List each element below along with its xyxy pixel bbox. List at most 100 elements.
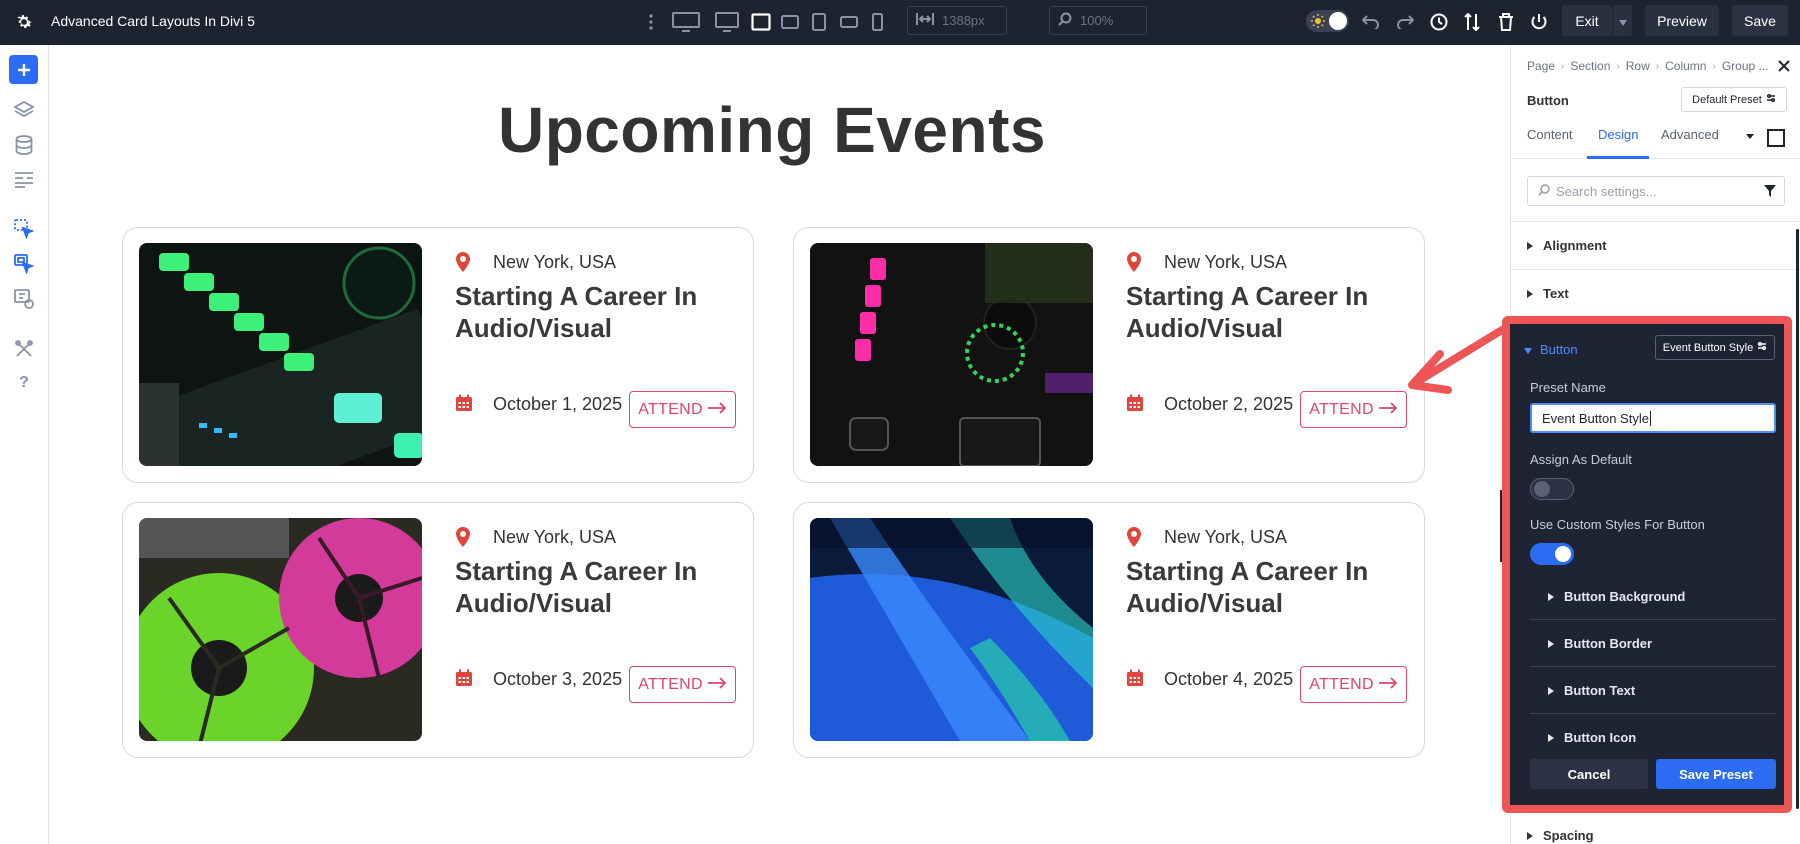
power-icon[interactable] <box>1530 11 1548 33</box>
page-settings-icon[interactable] <box>13 288 35 310</box>
subsection-button-text[interactable]: Button Text <box>1530 667 1776 714</box>
more-vertical-icon[interactable] <box>648 11 654 33</box>
section-text[interactable]: Text <box>1527 286 1569 301</box>
section-spacing[interactable]: Spacing <box>1527 828 1594 843</box>
tablet-portrait-icon[interactable] <box>812 11 826 33</box>
undo-icon[interactable] <box>1362 11 1380 33</box>
cancel-label: Cancel <box>1567 766 1611 782</box>
preset-name-input[interactable]: Event Button Style <box>1530 403 1776 433</box>
exit-button[interactable]: Exit <box>1562 5 1612 36</box>
attend-button[interactable]: ATTEND <box>629 391 736 428</box>
desktop-wide-icon[interactable] <box>672 11 700 33</box>
attend-button[interactable]: ATTEND <box>1300 666 1407 703</box>
attend-label: ATTEND <box>1309 400 1374 418</box>
module-name: Button <box>1527 93 1569 108</box>
theme-toggle[interactable] <box>1306 10 1349 32</box>
event-card[interactable]: New York, USA Starting A Career In Audio… <box>793 502 1425 758</box>
attend-label: ATTEND <box>638 675 703 693</box>
save-preset-button[interactable]: Save Preset <box>1656 759 1776 789</box>
filter-icon[interactable] <box>1764 185 1776 200</box>
subsection-button-background[interactable]: Button Background <box>1530 573 1776 620</box>
sort-icon[interactable] <box>1464 11 1480 33</box>
tablet-landscape-icon[interactable] <box>781 11 799 33</box>
cancel-button[interactable]: Cancel <box>1530 759 1648 789</box>
chevron-right-icon: › <box>1561 60 1565 72</box>
location-pin-icon <box>455 252 471 272</box>
custom-styles-label: Use Custom Styles For Button <box>1530 517 1705 532</box>
tab-design[interactable]: Design <box>1598 127 1638 142</box>
page-title: Upcoming Events <box>497 94 1047 166</box>
event-card[interactable]: New York, USA Starting A Career In Audio… <box>793 227 1425 483</box>
tab-content[interactable]: Content <box>1527 127 1573 142</box>
save-preset-label: Save Preset <box>1679 766 1753 782</box>
search-icon <box>1538 183 1550 199</box>
breadcrumb-group[interactable]: Group ... <box>1722 59 1769 73</box>
assign-default-toggle[interactable] <box>1530 478 1574 500</box>
preset-selector[interactable]: Default Preset <box>1681 87 1787 112</box>
event-location: New York, USA <box>1164 527 1288 547</box>
event-title: Starting A Career In Audio/Visual <box>1126 556 1369 618</box>
event-image-mixer <box>139 243 422 466</box>
phone-landscape-icon[interactable] <box>840 11 858 33</box>
tab-menu-icon[interactable] <box>1746 129 1786 152</box>
history-icon[interactable] <box>1430 11 1448 33</box>
click-multi-icon[interactable] <box>13 253 35 275</box>
gear-icon[interactable] <box>14 12 34 32</box>
breadcrumb-column[interactable]: Column <box>1665 59 1706 73</box>
trash-icon[interactable] <box>1498 11 1514 33</box>
database-icon[interactable] <box>13 134 35 156</box>
calendar-icon <box>455 669 473 687</box>
layout-icon[interactable] <box>13 169 35 191</box>
tools-icon[interactable] <box>13 338 35 360</box>
subsection-button-icon[interactable]: Button Icon <box>1530 714 1776 761</box>
subsection-button-border[interactable]: Button Border <box>1530 620 1776 667</box>
breadcrumb-row[interactable]: Row <box>1626 59 1650 73</box>
event-card[interactable]: New York, USA Starting A Career In Audio… <box>122 227 754 483</box>
button-group-title: Button <box>1540 342 1578 357</box>
desktop-icon[interactable] <box>715 11 739 33</box>
chevron-right-icon: › <box>1712 60 1716 72</box>
save-button[interactable]: Save <box>1732 5 1788 36</box>
caret-right-icon <box>1548 730 1554 745</box>
button-preset-badge[interactable]: Event Button Style <box>1655 335 1775 360</box>
custom-styles-toggle[interactable] <box>1530 543 1574 565</box>
phone-portrait-icon[interactable] <box>872 11 883 33</box>
caret-down-icon <box>1524 342 1532 357</box>
event-date: October 4, 2025 <box>1164 669 1294 689</box>
divider <box>1511 269 1800 270</box>
preview-button[interactable]: Preview <box>1645 5 1719 36</box>
add-icon[interactable] <box>9 55 38 84</box>
event-card[interactable]: New York, USA Starting A Career In Audio… <box>122 502 754 758</box>
event-location: New York, USA <box>1164 252 1288 272</box>
section-alignment[interactable]: Alignment <box>1527 238 1607 253</box>
location-pin-icon <box>455 527 471 547</box>
canvas-width-field[interactable]: 1388px <box>907 6 1007 35</box>
panel-scrollbar[interactable] <box>1796 229 1799 809</box>
width-icon <box>916 12 934 29</box>
event-date: October 1, 2025 <box>493 394 623 414</box>
section-text-label: Text <box>1543 286 1569 301</box>
event-location: New York, USA <box>493 527 617 547</box>
breadcrumb-page[interactable]: Page <box>1527 59 1555 73</box>
panel-tabs: Content Design Advanced <box>1511 125 1800 159</box>
close-icon[interactable] <box>1777 59 1791 73</box>
event-title: Starting A Career In Audio/Visual <box>1126 281 1369 343</box>
help-icon[interactable]: ? <box>13 372 35 394</box>
laptop-icon[interactable] <box>751 11 771 33</box>
click-module-icon[interactable] <box>13 218 35 240</box>
settings-search[interactable]: Search settings... <box>1527 176 1785 206</box>
button-group-header[interactable]: Button <box>1524 342 1578 357</box>
tab-advanced[interactable]: Advanced <box>1661 127 1719 142</box>
location-pin-icon <box>1126 527 1142 547</box>
breadcrumb-section[interactable]: Section <box>1570 59 1610 73</box>
zoom-field[interactable]: 100% <box>1049 6 1147 35</box>
chevron-right-icon: › <box>1655 60 1660 72</box>
layers-icon[interactable] <box>13 99 35 121</box>
chevron-right-icon: › <box>1616 60 1620 72</box>
redo-icon[interactable] <box>1396 11 1414 33</box>
attend-button[interactable]: ATTEND <box>629 666 736 703</box>
caret-right-icon <box>1527 286 1533 301</box>
left-sidebar: ? <box>0 45 49 844</box>
attend-button[interactable]: ATTEND <box>1300 391 1407 428</box>
exit-dropdown-button[interactable] <box>1612 5 1632 36</box>
